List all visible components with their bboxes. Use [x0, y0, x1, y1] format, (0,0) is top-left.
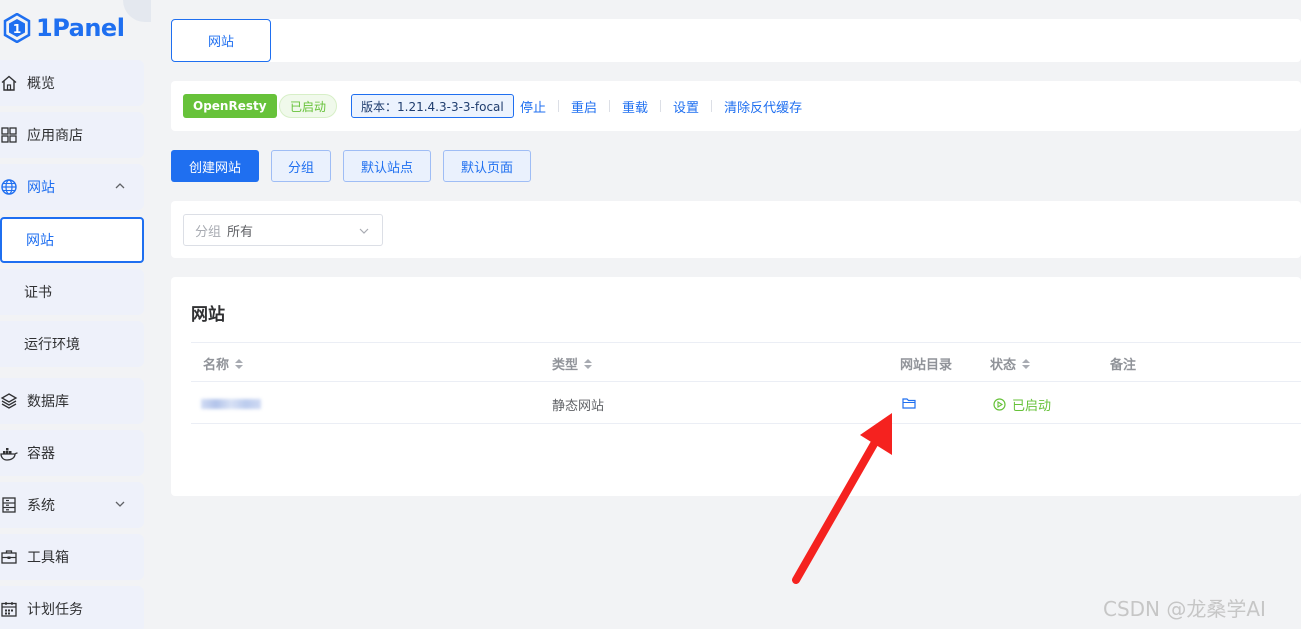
sidebar-item-label: 容器 — [27, 446, 55, 462]
sidebar-item-app-store[interactable]: 应用商店 — [0, 112, 144, 158]
toolbox-icon — [0, 548, 18, 566]
status-actions: 停止 重启 重载 设置 清除反代缓存 — [520, 94, 814, 118]
tab-bar: 网站 — [171, 19, 1301, 62]
sort-icon — [584, 358, 593, 369]
sidebar-item-label: 证书 — [24, 285, 52, 301]
svg-text:1: 1 — [13, 22, 21, 36]
table-row: 静态网站 已启动 — [191, 383, 1301, 424]
select-prefix-label: 分组 — [195, 224, 222, 240]
chevron-up-icon — [115, 183, 125, 189]
column-header-type[interactable]: 类型 — [552, 354, 593, 373]
table-header: 名称 类型 网站目录 状态 备注 — [191, 342, 1301, 382]
default-page-button[interactable]: 默认页面 — [443, 150, 531, 182]
sidebar-item-website[interactable]: 网站 — [0, 164, 144, 210]
play-circle-icon — [993, 398, 1006, 411]
cell-type: 静态网站 — [552, 399, 605, 414]
app-logo[interactable]: 1 1Panel — [0, 8, 151, 48]
sidebar-item-label: 工具箱 — [27, 550, 69, 566]
column-label: 网站目录 — [900, 358, 953, 373]
sidebar-subitem-website[interactable]: 网站 — [0, 217, 144, 263]
sidebar-item-label: 网站 — [27, 180, 55, 196]
filter-bar: 分组 所有 — [171, 201, 1301, 258]
layers-icon — [0, 392, 18, 410]
version-badge: 版本：1.21.4.3-3-3-focal — [351, 94, 514, 118]
default-site-button[interactable]: 默认站点 — [343, 150, 431, 182]
sidebar-subitem-runtime[interactable]: 运行环境 — [0, 321, 144, 367]
app-name-badge: OpenResty — [183, 94, 277, 118]
sidebar-item-database[interactable]: 数据库 — [0, 378, 144, 424]
column-header-status[interactable]: 状态 — [990, 354, 1031, 373]
grid-icon — [0, 126, 18, 144]
status-badge: 已启动 — [279, 94, 338, 118]
sidebar-item-system[interactable]: 系统 — [0, 482, 144, 528]
column-label: 名称 — [203, 358, 230, 373]
globe-icon — [0, 178, 18, 196]
website-name-link-blurred[interactable] — [201, 399, 261, 409]
home-icon — [0, 74, 18, 92]
clear-proxy-cache-link[interactable]: 清除反代缓存 — [712, 97, 814, 116]
openresty-status-bar: OpenResty 已启动 版本：1.21.4.3-3-3-focal 停止 重… — [171, 81, 1301, 131]
sidebar-item-label: 数据库 — [27, 394, 69, 410]
reload-link[interactable]: 重载 — [610, 97, 660, 116]
stop-link[interactable]: 停止 — [520, 97, 558, 116]
watermark: CSDN @龙桑学AI — [1103, 597, 1266, 621]
sidebar-item-label: 系统 — [27, 498, 55, 514]
tab-website[interactable]: 网站 — [171, 19, 271, 62]
sidebar-item-overview[interactable]: 概览 — [0, 60, 144, 106]
sidebar-item-label: 概览 — [27, 76, 55, 92]
table-title: 网站 — [191, 305, 225, 325]
column-header-name[interactable]: 名称 — [203, 354, 244, 373]
sort-icon — [235, 358, 244, 369]
sidebar-item-label: 网站 — [26, 233, 54, 249]
sidebar-item-label: 运行环境 — [24, 337, 80, 353]
status-text: 已启动 — [1012, 399, 1052, 414]
column-label: 类型 — [552, 358, 579, 373]
select-value: 所有 — [227, 224, 254, 240]
sidebar-item-container[interactable]: 容器 — [0, 430, 144, 476]
calendar-icon — [0, 600, 18, 618]
column-header-remark: 备注 — [1110, 354, 1136, 373]
restart-link[interactable]: 重启 — [559, 97, 609, 116]
logo-text: 1Panel — [36, 14, 125, 42]
docker-icon — [0, 444, 18, 462]
column-header-directory: 网站目录 — [900, 354, 952, 373]
settings-link[interactable]: 设置 — [661, 97, 711, 116]
annotation-arrow — [792, 413, 892, 584]
column-label: 状态 — [990, 358, 1017, 373]
chevron-down-icon — [115, 501, 125, 507]
server-icon — [0, 496, 18, 514]
group-select[interactable]: 分组 所有 — [183, 214, 383, 246]
chevron-down-icon — [359, 228, 369, 234]
sidebar-subitem-certificate[interactable]: 证书 — [0, 269, 144, 315]
website-table-card: 网站 名称 类型 网站目录 状态 备注 静态网站 已启动 — [171, 277, 1301, 496]
group-button[interactable]: 分组 — [271, 150, 331, 182]
sidebar-item-cron[interactable]: 计划任务 — [0, 586, 144, 629]
sidebar-item-label: 应用商店 — [27, 128, 83, 144]
logo-hexagon-icon: 1 — [3, 13, 31, 43]
sidebar-item-label: 计划任务 — [27, 602, 83, 618]
create-website-button[interactable]: 创建网站 — [171, 150, 259, 182]
column-label: 备注 — [1110, 358, 1137, 373]
sidebar: 1 1Panel 概览 应用商店 网站 网站 证书 运行环境 数据库 容器 系统… — [0, 0, 151, 629]
sidebar-item-toolbox[interactable]: 工具箱 — [0, 534, 144, 580]
status-cell[interactable]: 已启动 — [993, 395, 1051, 414]
sort-icon — [1022, 358, 1031, 369]
